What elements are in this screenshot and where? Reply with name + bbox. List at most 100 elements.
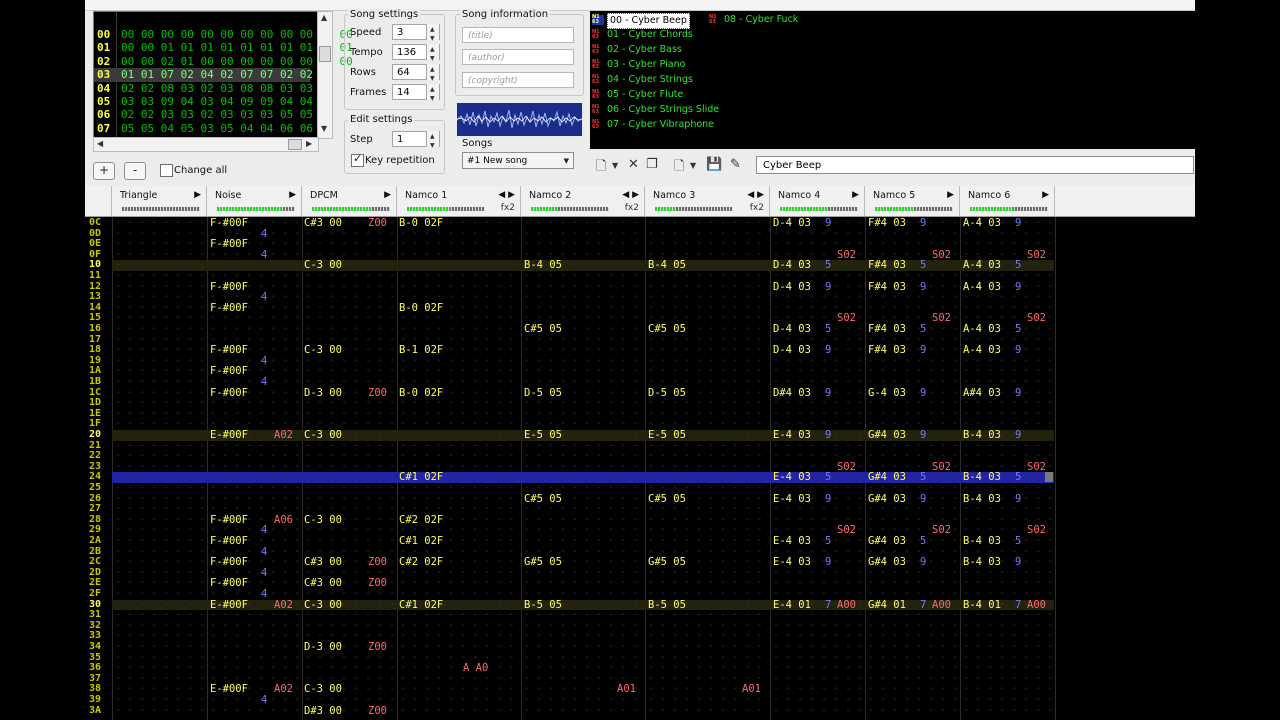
note-cell[interactable]: D-4 03 [773,345,811,356]
volume-cell[interactable]: 5 [920,260,926,271]
channel-namco-4[interactable]: Namco 4 ▶ [770,186,865,216]
volume-cell[interactable]: 5 [1015,472,1021,483]
channel-scroll-arrows-icon[interactable]: ◀ ▶ [622,190,639,200]
note-cell[interactable]: B-4 03 [963,472,1001,483]
effect-cell[interactable]: A A0 [463,663,488,674]
note-cell[interactable]: E-4 03 [773,493,811,505]
frame-row[interactable]: 05 03 03 09 04 03 04 09 09 04 04 04 [94,95,333,108]
channel-scroll-arrows-icon[interactable]: ◀ ▶ [747,190,764,200]
effect-cell[interactable]: Z00 [368,705,387,717]
volume-cell[interactable]: 9 [825,281,831,293]
volume-cell[interactable]: 9 [920,218,926,229]
effect-cell[interactable]: Z00 [368,387,387,399]
note-cell[interactable]: B-4 05 [648,260,686,271]
volume-cell[interactable]: 9 [1015,430,1021,441]
volume-cell[interactable]: 9 [825,493,831,505]
note-cell[interactable]: A-4 03 [963,345,1001,356]
load-instrument-icon[interactable]: 🗋 [674,157,684,179]
note-cell[interactable]: F-#00F [210,303,248,314]
speed-spin-buttons[interactable] [426,22,439,47]
note-cell[interactable]: B-4 03 [963,536,1001,547]
volume-cell[interactable]: 9 [1015,281,1021,293]
tempo-spin-buttons[interactable] [426,42,439,67]
note-cell[interactable]: E-#00F [210,430,248,441]
note-cell[interactable]: C-3 00 [304,345,342,356]
volume-cell[interactable]: 4 [261,695,267,706]
volume-cell[interactable]: 9 [920,345,926,356]
note-cell[interactable]: C#2 02F [399,515,443,526]
volume-cell[interactable]: 4 [261,546,267,558]
effect-cell[interactable]: A00 [837,599,856,611]
rows-spin-buttons[interactable] [426,62,439,87]
song-author-field[interactable]: (author) [462,49,574,65]
note-cell[interactable]: E-5 05 [524,430,562,441]
note-cell[interactable]: E-4 03 [773,430,811,441]
volume-cell[interactable]: 9 [1015,557,1021,568]
effect-cell[interactable]: Z00 [368,578,387,589]
volume-cell[interactable]: 7 [920,599,926,611]
note-cell[interactable]: F-#00F [210,366,248,377]
effect-cell[interactable]: A01 [617,684,636,695]
note-cell[interactable]: G-4 03 [868,387,906,399]
volume-cell[interactable]: 9 [825,387,831,399]
frame-row[interactable]: 00 00 00 00 00 00 00 00 00 00 00 00 00 [94,28,353,41]
note-cell[interactable]: A#4 03 [963,387,1001,399]
channel-namco-2[interactable]: Namco 2 ◀ ▶ fx2 [521,186,645,216]
song-copyright-field[interactable]: (copyright) [462,72,574,88]
volume-cell[interactable]: 9 [1015,387,1021,399]
load-instrument-dropdown-icon[interactable]: ▼ [690,161,696,170]
note-cell[interactable]: F#4 03 [868,324,906,335]
volume-cell[interactable]: 7 [825,599,831,611]
volume-cell[interactable]: 5 [920,324,926,335]
note-cell[interactable]: D-5 05 [524,387,562,399]
note-cell[interactable]: B-4 03 [963,557,1001,568]
note-cell[interactable]: C-3 00 [304,515,342,526]
volume-cell[interactable]: 9 [920,493,926,505]
note-cell[interactable]: B-5 05 [524,599,562,611]
note-cell[interactable]: B-4 01 [963,599,1001,611]
channel-scroll-arrows-icon[interactable]: ▶ [947,190,954,200]
volume-cell[interactable]: 9 [825,430,831,441]
channel-namco-3[interactable]: Namco 3 ◀ ▶ fx2 [645,186,770,216]
volume-cell[interactable]: 5 [825,260,831,271]
frame-list[interactable]: 00 00 00 00 00 00 00 00 00 00 00 00 00 01 0… [93,11,353,139]
channel-noise[interactable]: Noise ▶ [207,186,302,216]
note-cell[interactable]: C#1 02F [399,599,443,611]
note-cell[interactable]: E-#00F [210,599,248,611]
effect-cell[interactable]: S02 [837,250,856,261]
note-cell[interactable]: B-4 03 [963,430,1001,441]
note-cell[interactable]: E-4 03 [773,557,811,568]
note-cell[interactable]: B-4 05 [524,260,562,271]
edit-instrument-icon[interactable]: ✎ [730,157,741,172]
scroll-down-icon[interactable]: ▼ [321,124,327,133]
channel-scroll-arrows-icon[interactable]: ▶ [384,190,391,200]
scroll-left-icon[interactable]: ◀ [97,139,103,148]
volume-cell[interactable]: 5 [1015,324,1021,335]
scroll-thumb[interactable] [288,139,302,150]
note-cell[interactable]: C#5 05 [648,324,686,335]
note-cell[interactable]: G#4 03 [868,557,906,568]
effect-cell[interactable]: S02 [1027,313,1046,324]
clone-instrument-icon[interactable]: ❐ [646,157,658,172]
scroll-up-icon[interactable]: ▲ [321,13,327,22]
frame-list-vertical-scrollbar[interactable]: ▲ ▼ [317,11,333,139]
note-cell[interactable]: F-#00F [210,515,248,526]
effect-cell[interactable]: S02 [837,525,856,536]
effect-cell[interactable]: Z00 [368,557,387,568]
volume-cell[interactable]: 9 [1015,493,1021,505]
volume-cell[interactable]: 5 [825,472,831,483]
volume-cell[interactable]: 9 [825,345,831,356]
volume-cell[interactable]: 5 [825,536,831,547]
volume-cell[interactable]: 4 [261,292,267,303]
channel-namco-1[interactable]: Namco 1 ◀ ▶ fx2 [397,186,521,216]
note-cell[interactable]: F-#00F [210,218,248,229]
volume-cell[interactable]: 4 [261,568,267,579]
volume-cell[interactable]: 5 [1015,260,1021,271]
note-cell[interactable]: F-#00F [210,281,248,293]
note-cell[interactable]: D-4 03 [773,260,811,271]
tempo-spinner[interactable]: 136 [392,42,440,67]
volume-cell[interactable]: 4 [261,228,267,240]
volume-cell[interactable]: 4 [261,356,267,367]
note-cell[interactable]: E-4 03 [773,536,811,547]
note-cell[interactable]: C#1 02F [399,472,443,483]
